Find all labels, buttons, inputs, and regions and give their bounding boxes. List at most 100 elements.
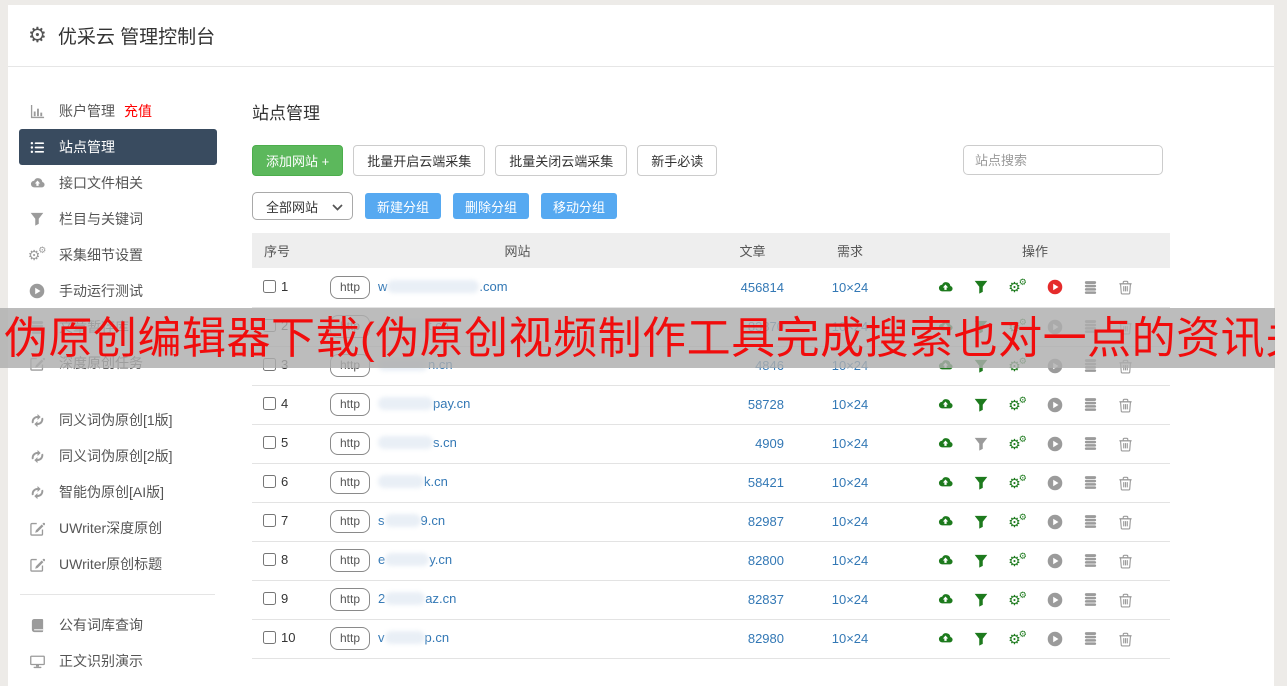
site-domain-link[interactable]: w .com [378, 279, 508, 294]
database-icon[interactable] [1083, 592, 1098, 607]
cloud-upload-icon[interactable] [937, 280, 954, 295]
sidebar-item-14[interactable]: 公有词库查询 [8, 607, 233, 643]
cloud-upload-icon[interactable] [937, 514, 954, 529]
article-count-link[interactable]: 82800 [705, 541, 800, 581]
http-badge[interactable]: http [330, 549, 371, 572]
play-circle-icon[interactable] [1047, 631, 1063, 647]
database-icon[interactable] [1083, 553, 1098, 568]
row-checkbox[interactable] [263, 631, 276, 644]
play-circle-icon[interactable] [1047, 279, 1063, 295]
http-badge[interactable]: http [330, 471, 371, 494]
cloud-upload-icon[interactable] [937, 397, 954, 412]
filter-icon[interactable] [974, 515, 988, 529]
play-circle-icon[interactable] [1047, 553, 1063, 569]
article-count-link[interactable]: 82837 [705, 580, 800, 620]
filter-icon[interactable] [974, 437, 988, 451]
database-icon[interactable] [1083, 475, 1098, 490]
play-circle-icon[interactable] [1047, 475, 1063, 491]
filter-icon[interactable] [974, 398, 988, 412]
row-checkbox[interactable] [263, 279, 276, 293]
play-circle-icon[interactable] [1047, 514, 1063, 530]
sidebar-item-5[interactable]: ⚙ ⚙ 采集细节设置 [8, 237, 233, 273]
site-domain-link[interactable]: s.cn [378, 435, 457, 450]
sidebar-item-13[interactable]: UWriter原创标题 [8, 546, 233, 582]
gears-icon[interactable]: ⚙⚙ [1008, 278, 1027, 295]
trash-icon[interactable] [1118, 514, 1133, 530]
sidebar-item-3[interactable]: 接口文件相关 [8, 165, 233, 201]
article-count-link[interactable]: 58421 [705, 463, 800, 503]
batch-start-collect-button[interactable]: 批量开启云端采集 [353, 145, 486, 176]
filter-icon[interactable] [974, 593, 988, 607]
cloud-upload-icon[interactable] [937, 436, 954, 451]
sidebar-item-12[interactable]: UWriter深度原创 [8, 510, 233, 546]
trash-icon[interactable] [1118, 475, 1133, 491]
gears-icon[interactable]: ⚙⚙ [1008, 590, 1027, 607]
trash-icon[interactable] [1118, 631, 1133, 647]
database-icon[interactable] [1083, 436, 1098, 451]
gears-icon[interactable]: ⚙⚙ [1008, 395, 1027, 412]
group-filter-select[interactable]: 全部网站 [252, 192, 354, 220]
sidebar-item-4[interactable]: 栏目与关键词 [8, 201, 233, 237]
cloud-upload-icon[interactable] [937, 592, 954, 607]
site-domain-link[interactable]: 2 az.cn [378, 591, 456, 606]
site-domain-link[interactable]: k.cn [378, 474, 448, 489]
http-badge[interactable]: http [330, 510, 371, 533]
recharge-badge[interactable]: 充值 [124, 101, 152, 121]
sidebar-item-9[interactable]: 同义词伪原创[1版] [8, 402, 233, 438]
sidebar-item-6[interactable]: 手动运行测试 [8, 273, 233, 309]
database-icon[interactable] [1083, 397, 1098, 412]
add-site-button[interactable]: 添加网站 + [252, 145, 344, 176]
article-count-link[interactable]: 82980 [705, 619, 800, 659]
site-domain-link[interactable]: e y.cn [378, 552, 452, 567]
trash-icon[interactable] [1118, 553, 1133, 569]
gears-icon[interactable]: ⚙⚙ [1008, 434, 1027, 451]
site-domain-link[interactable]: v p.cn [378, 630, 449, 645]
batch-stop-collect-button[interactable]: 批量关闭云端采集 [495, 145, 628, 176]
cloud-upload-icon[interactable] [937, 631, 954, 646]
sidebar-item-11[interactable]: 智能伪原创[AI版] [8, 474, 233, 510]
article-count-link[interactable]: 82987 [705, 502, 800, 542]
filter-icon[interactable] [974, 476, 988, 490]
sidebar-item-1[interactable]: 账户管理 充值 [8, 93, 233, 129]
sidebar-item-2[interactable]: 站点管理 [19, 129, 217, 165]
gears-icon[interactable]: ⚙⚙ [1008, 629, 1027, 646]
cloud-upload-icon[interactable] [937, 553, 954, 568]
play-circle-icon[interactable] [1047, 592, 1063, 608]
database-icon[interactable] [1083, 631, 1098, 646]
trash-icon[interactable] [1118, 592, 1133, 608]
trash-icon[interactable] [1118, 436, 1133, 452]
create-group-button[interactable]: 新建分组 [365, 193, 442, 219]
site-domain-link[interactable]: pay.cn [378, 396, 470, 411]
delete-group-button[interactable]: 删除分组 [453, 193, 530, 219]
http-badge[interactable]: http [330, 588, 371, 611]
row-checkbox[interactable] [263, 436, 276, 449]
play-circle-icon[interactable] [1047, 436, 1063, 452]
gears-icon[interactable]: ⚙⚙ [1008, 473, 1027, 490]
database-icon[interactable] [1083, 514, 1098, 529]
trash-icon[interactable] [1118, 279, 1133, 295]
gears-icon[interactable]: ⚙⚙ [1008, 551, 1027, 568]
article-count-link[interactable]: 58728 [705, 385, 800, 425]
filter-icon[interactable] [974, 280, 988, 294]
sidebar-item-15[interactable]: 正文识别演示 [8, 643, 233, 679]
http-badge[interactable]: http [330, 627, 371, 650]
site-domain-link[interactable]: s 9.cn [378, 513, 445, 528]
row-checkbox[interactable] [263, 553, 276, 566]
database-icon[interactable] [1083, 280, 1098, 295]
row-checkbox[interactable] [263, 592, 276, 605]
gears-icon[interactable]: ⚙⚙ [1008, 512, 1027, 529]
play-circle-icon[interactable] [1047, 397, 1063, 413]
sidebar-item-10[interactable]: 同义词伪原创[2版] [8, 438, 233, 474]
move-group-button[interactable]: 移动分组 [541, 193, 618, 219]
row-checkbox[interactable] [263, 475, 276, 488]
row-checkbox[interactable] [263, 514, 276, 527]
trash-icon[interactable] [1118, 397, 1133, 413]
http-badge[interactable]: http [330, 432, 371, 455]
filter-icon[interactable] [974, 632, 988, 646]
site-search-input[interactable] [963, 145, 1163, 175]
filter-icon[interactable] [974, 554, 988, 568]
newbie-guide-button[interactable]: 新手必读 [637, 145, 718, 176]
cloud-upload-icon[interactable] [937, 475, 954, 490]
article-count-link[interactable]: 4909 [705, 424, 800, 464]
article-count-link[interactable]: 456814 [705, 268, 800, 308]
